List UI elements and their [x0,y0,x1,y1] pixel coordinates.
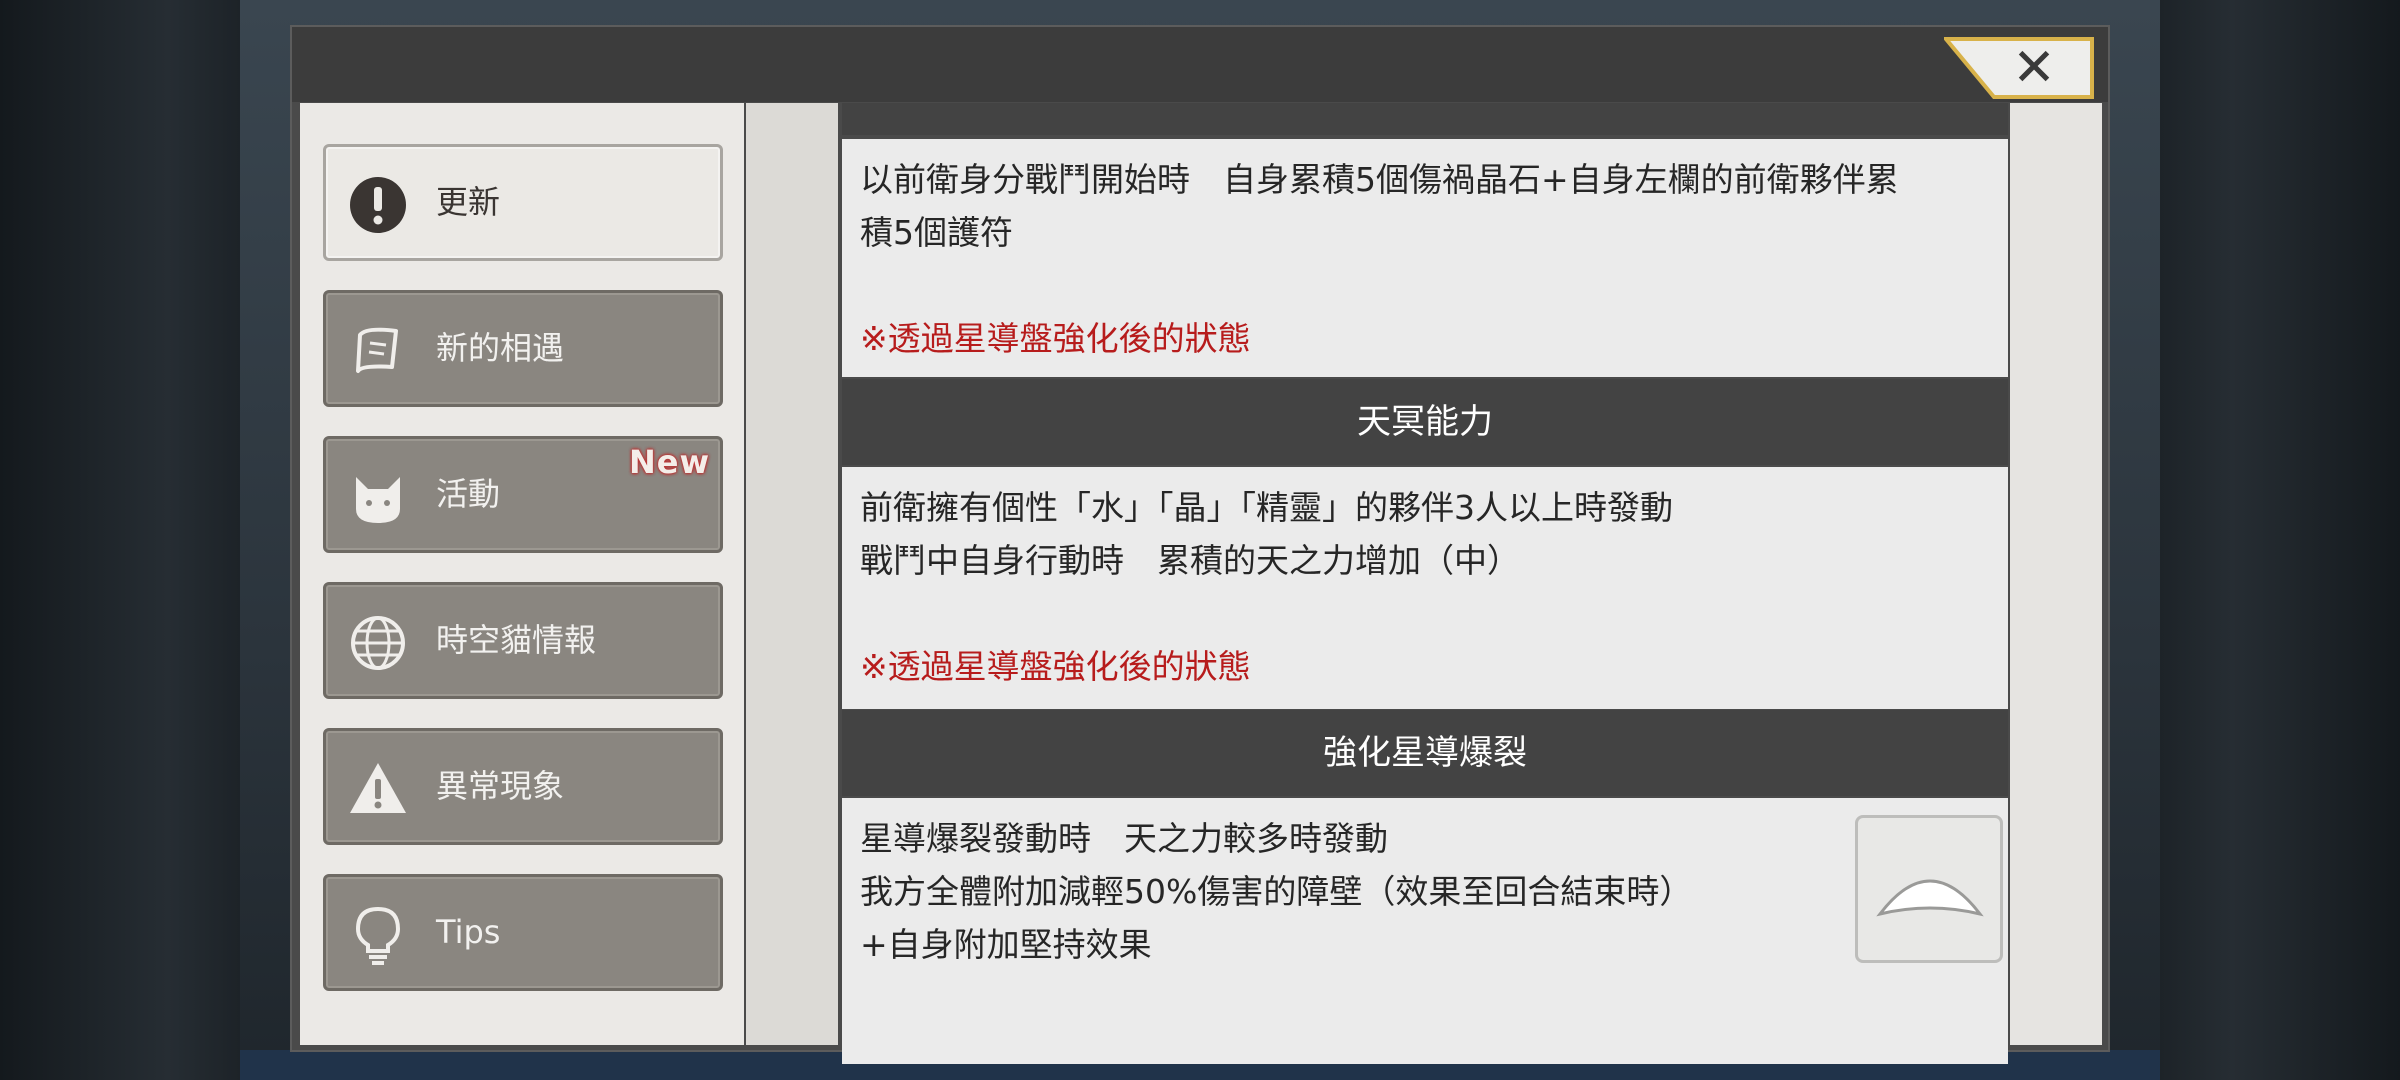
sidebar-item-events[interactable]: 活動 New [323,436,723,553]
section-header [842,103,2008,135]
section-note: ※透過星導盤強化後的狀態 [860,647,1251,686]
globe-icon [351,616,405,670]
section-note: ※透過星導盤強化後的狀態 [860,319,1251,358]
lightbulb-icon [355,906,401,965]
new-badge: New [628,443,710,481]
sidebar-item-label: 更新 [436,183,501,221]
sidebar-divider-strip [746,103,838,1045]
scroll-icon [356,327,398,373]
background-left-panel [0,0,240,1080]
exclamation-icon [350,177,406,233]
section-text-line: +自身附加堅持效果 [860,925,1152,964]
section-text-line: 我方全體附加減輕50%傷害的障壁（效果至回合結束時） [860,872,1693,911]
sidebar-item-label: 時空貓情報 [436,621,597,659]
section-body: 前衛擁有個性「水」「晶」「精靈」的夥伴3人以上時發動 戰鬥中自身行動時 累積的天… [842,467,2008,709]
sidebar-item-label: 新的相遇 [436,329,565,367]
scroll-to-top-button[interactable] [1855,815,2003,963]
section-body: 以前衛身分戰鬥開始時 自身累積5個傷禍晶石+自身左欄的前衛夥伴累 積5個護符 ※… [842,139,2008,377]
section-body: 星導爆裂發動時 天之力較多時發動 我方全體附加減輕50%傷害的障壁（效果至回合結… [842,798,2008,1064]
sidebar-item-anomaly[interactable]: 異常現象 [323,728,723,845]
dialog-header [292,27,2108,102]
content-scroll-area[interactable]: 以前衛身分戰鬥開始時 自身累積5個傷禍晶石+自身左欄的前衛夥伴累 積5個護符 ※… [842,103,2008,1064]
sidebar-item-new-encounter[interactable]: 新的相遇 [323,290,723,407]
section-header: 天冥能力 [842,379,2008,465]
sidebar-item-label: Tips [436,913,501,951]
section-text-line: 戰鬥中自身行動時 累積的天之力增加（中） [860,541,1520,580]
close-icon: ✕ [2012,38,2056,98]
section-text-line: 前衛擁有個性「水」「晶」「精靈」的夥伴3人以上時發動 [860,488,1673,527]
section-text-line: 積5個護符 [860,213,1013,252]
cat-icon [356,477,400,523]
sidebar-item-cat-info[interactable]: 時空貓情報 [323,582,723,699]
sidebar-item-label: 異常現象 [436,767,565,805]
section-header: 強化星導爆裂 [842,710,2008,796]
background-right-panel [2160,0,2400,1080]
news-dialog: ✕ 更新 新的相遇 活動 New 時空貓情報 異常現象 Tips 以前衛身分戰鬥… [290,25,2110,1064]
chevron-up-icon [1876,879,1984,917]
sidebar-item-update[interactable]: 更新 [323,144,723,261]
section-text-line: 星導爆裂發動時 天之力較多時發動 [860,819,1388,858]
warning-icon [350,763,406,813]
sidebar-item-label: 活動 [436,475,501,513]
close-button[interactable]: ✕ [1944,37,2094,99]
sidebar-item-tips[interactable]: Tips [323,874,723,991]
section-text-line: 以前衛身分戰鬥開始時 自身累積5個傷禍晶石+自身左欄的前衛夥伴累 [860,160,1899,199]
content-right-margin [2010,103,2102,1045]
